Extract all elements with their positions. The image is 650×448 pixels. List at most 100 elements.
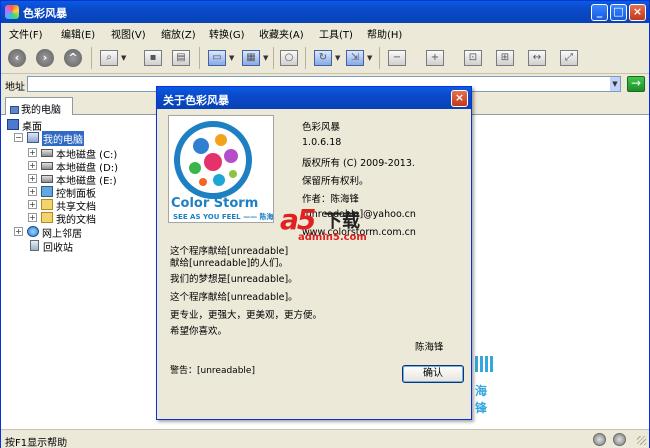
chevron-down-icon[interactable]: ▼	[367, 54, 372, 62]
back-arrow-icon: ‹	[8, 49, 26, 67]
expand-icon[interactable]: +	[28, 187, 37, 196]
tree-label: 我的文档	[56, 215, 96, 226]
window-title: 色彩风暴	[23, 7, 67, 20]
fullscreen-icon: ⤢	[560, 50, 578, 66]
background-logo-mark	[475, 356, 493, 372]
minus-icon: −	[388, 50, 406, 66]
control-panel-icon	[41, 186, 53, 197]
chevron-down-icon[interactable]: ▼	[610, 77, 620, 91]
tab-my-computer[interactable]: 我的电脑	[5, 97, 73, 116]
fit-screen-button[interactable]: ⊞	[495, 48, 515, 68]
rights: 保留所有权利。	[302, 176, 369, 187]
menu-convert[interactable]: 转换(G)	[209, 26, 245, 41]
status-indicator-icon	[613, 433, 626, 446]
folder-icon	[41, 212, 53, 223]
fit-window-button[interactable]: ⊡	[463, 48, 483, 68]
dialog-title-bar: 关于色彩风暴 ×	[157, 87, 471, 109]
expand-icon[interactable]: +	[28, 148, 37, 157]
recycle-bin-icon	[30, 240, 39, 251]
background-logo-text: 海锋	[475, 384, 488, 415]
collapse-icon[interactable]: −	[14, 133, 23, 142]
toolbar-separator	[91, 47, 92, 69]
print-button[interactable]: ▤	[171, 48, 191, 68]
main-window: 色彩风暴 _ □ × 文件(F) 编辑(E) 视图(V) 缩放(Z) 转换(G)…	[0, 0, 650, 448]
resize-grip-icon[interactable]	[637, 436, 646, 445]
go-button[interactable]: →	[627, 76, 645, 92]
description-line: 希望你喜欢。	[170, 326, 228, 337]
folder-icon	[41, 199, 53, 210]
view-mode-button[interactable]: ▦	[241, 48, 261, 68]
rotate-button[interactable]: ↻	[313, 48, 333, 68]
forward-arrow-icon: ›	[36, 49, 54, 67]
zoom-in-button[interactable]: +	[425, 48, 445, 68]
app-name: 色彩风暴	[302, 122, 341, 133]
menu-help[interactable]: 帮助(H)	[367, 26, 402, 41]
zoom-out-button[interactable]: −	[387, 48, 407, 68]
ok-button[interactable]: 确认	[402, 365, 464, 383]
drive-icon	[41, 175, 53, 183]
description-line: 这个程序献给[unreadable]。	[170, 292, 298, 303]
export-button[interactable]: ⇲	[345, 48, 365, 68]
chevron-down-icon[interactable]: ▼	[121, 54, 126, 62]
watermark-download: 下载	[324, 211, 360, 232]
legal-warning: 警告：[unreadable]	[170, 366, 255, 376]
save-icon: ▪	[144, 50, 162, 66]
close-button[interactable]: ×	[629, 4, 646, 21]
rotate-icon: ↻	[314, 50, 332, 66]
dialog-body: Color Storm SEE AS YOU FEEL —— 陈海 色彩风暴 1…	[160, 111, 468, 417]
expand-icon[interactable]: +	[28, 174, 37, 183]
network-icon	[27, 226, 39, 237]
dialog-close-button[interactable]: ×	[451, 90, 468, 107]
menu-tools[interactable]: 工具(T)	[319, 26, 353, 41]
menu-view[interactable]: 视图(V)	[111, 26, 146, 41]
description-line: 更专业，更强大，更美观，更方便。	[170, 310, 323, 321]
address-label: 地址	[5, 82, 25, 93]
minimize-button[interactable]: _	[591, 4, 608, 21]
title-bar: 色彩风暴 _ □ ×	[1, 1, 649, 23]
menu-bar: 文件(F) 编辑(E) 视图(V) 缩放(Z) 转换(G) 收藏夹(A) 工具(…	[1, 23, 649, 41]
copyright: 版权所有 (C) 2009-2013.	[302, 158, 415, 169]
menu-file[interactable]: 文件(F)	[9, 26, 43, 41]
tree-label: 网上邻居	[42, 229, 82, 240]
fit-width-button[interactable]: ↔	[527, 48, 547, 68]
back-button[interactable]: ‹	[7, 48, 27, 68]
tree-label: 回收站	[43, 243, 73, 254]
background-logo: 海锋	[475, 356, 497, 415]
chevron-down-icon[interactable]: ▼	[263, 54, 268, 62]
chevron-down-icon[interactable]: ▼	[229, 54, 234, 62]
logo-text: Color Storm	[171, 196, 259, 211]
expand-icon[interactable]: +	[28, 200, 37, 209]
tree-label: 我的电脑	[42, 131, 84, 146]
menu-zoom[interactable]: 缩放(Z)	[161, 26, 196, 41]
chevron-down-icon[interactable]: ▼	[335, 54, 340, 62]
layout-icon: ▭	[208, 50, 226, 66]
toolbar-separator	[199, 47, 200, 69]
desktop-icon	[7, 119, 19, 130]
tree-label: 桌面	[22, 122, 42, 133]
magnifier-icon: ○	[280, 50, 298, 66]
up-arrow-icon: ^	[64, 49, 82, 67]
up-button[interactable]: ^	[63, 48, 83, 68]
export-icon: ⇲	[346, 50, 364, 66]
expand-icon[interactable]: +	[14, 227, 23, 236]
menu-edit[interactable]: 编辑(E)	[61, 26, 95, 41]
layout-button[interactable]: ▭	[207, 48, 227, 68]
watermark-url: admin5.com	[298, 232, 367, 243]
app-logo: Color Storm SEE AS YOU FEEL —— 陈海	[168, 115, 274, 223]
drive-icon	[41, 149, 53, 157]
expand-icon[interactable]: +	[28, 161, 37, 170]
forward-button[interactable]: ›	[35, 48, 55, 68]
fullscreen-button[interactable]: ⤢	[559, 48, 579, 68]
expand-icon[interactable]: +	[28, 213, 37, 222]
plus-icon: +	[426, 50, 444, 66]
print-icon: ▤	[172, 50, 190, 66]
about-dialog: 关于色彩风暴 × Color Storm SEE AS YOU FEEL —— …	[156, 86, 472, 420]
search-button[interactable]: ⌕	[99, 48, 119, 68]
menu-favorites[interactable]: 收藏夹(A)	[259, 26, 304, 41]
magnifier-button[interactable]: ○	[279, 48, 299, 68]
save-button[interactable]: ▪	[143, 48, 163, 68]
signature: 陈海锋	[415, 342, 444, 353]
maximize-button[interactable]: □	[610, 4, 627, 21]
toolbar-separator	[273, 47, 274, 69]
status-text: 按F1显示帮助	[5, 438, 68, 448]
